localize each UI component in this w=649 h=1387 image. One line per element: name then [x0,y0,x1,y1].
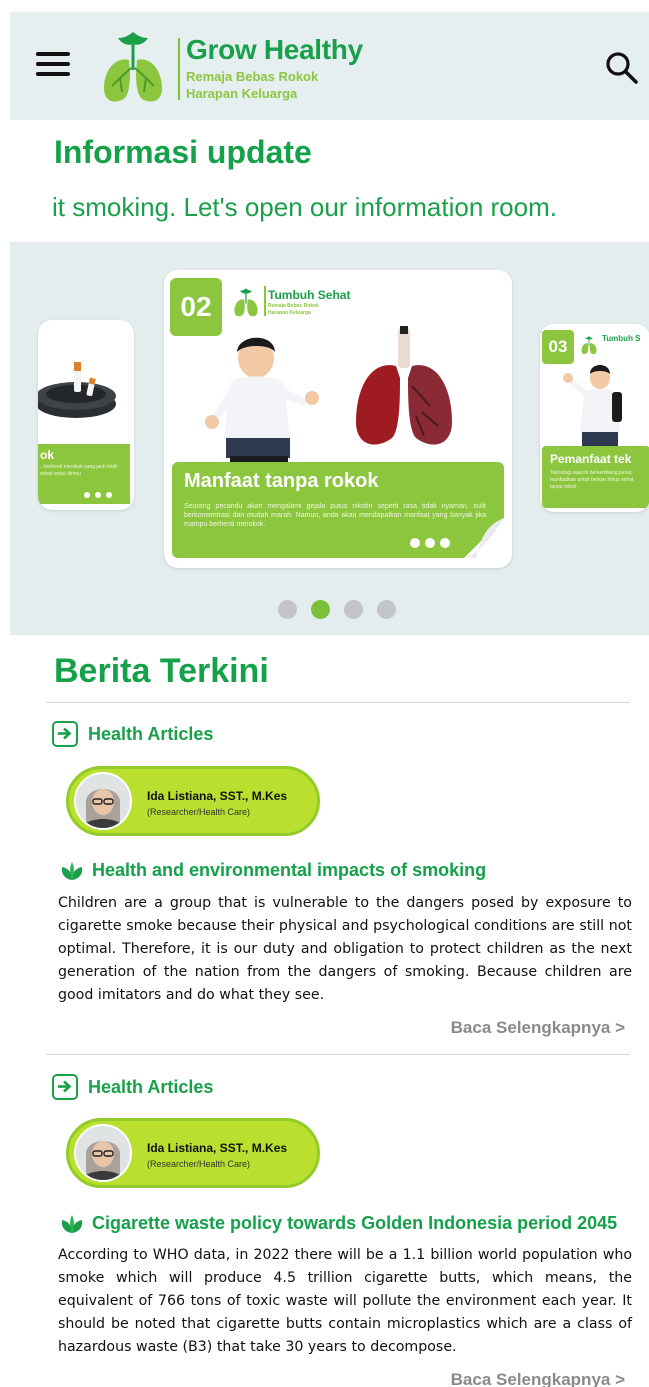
article-title: Cigarette waste policy towards Golden In… [92,1213,618,1233]
slide-banner: Pemanfaat tek Teknologi saat ini berkemb… [542,446,649,508]
info-section-title: Informasi update [54,134,312,170]
slide-brand-sub: Remaja Bebas Rokok [268,303,319,309]
arrow-right-box-icon [52,721,78,747]
arrow-right-box-icon [52,1074,78,1100]
author-name: Ida Listiana, SST., M.Kes [147,1141,288,1155]
carousel-dot[interactable] [377,600,396,619]
plant-leaf-icon [61,861,83,880]
slide-number: 03 [542,330,574,364]
author-name: Ida Listiana, SST., M.Kes [147,789,288,803]
carousel-dot-active[interactable] [311,600,330,619]
slide-brand-sub: Harapan Keluarga [268,310,311,316]
author-badge: Ida Listiana, SST., M.Kes (Researcher/He… [66,766,320,836]
carousel-slide-active[interactable]: 02 Tumbuh Sehat Remaja Bebas Rokok Harap… [164,270,512,568]
author-badge: Ida Listiana, SST., M.Kes (Researcher/He… [66,1118,320,1188]
app-header: Grow Healthy Remaja Bebas Rokok Harapan … [10,12,649,120]
read-more-link[interactable]: Baca Selengkapnya > [451,1018,625,1038]
logo-divider [264,286,266,316]
article-title: Health and environmental impacts of smok… [92,860,487,880]
slide-dots [84,492,112,498]
brand-subtitle: Remaja Bebas Rokok [186,69,319,84]
slide-banner-title: Pemanfaat tek [550,452,632,466]
author-role: (Researcher/Health Care) [147,807,251,817]
carousel-slide[interactable]: ok ...berhenti merokok yang jauh lebih s… [38,320,134,510]
lungs-logo-icon [581,336,597,355]
author-role: (Researcher/Health Care) [147,1159,251,1169]
slide-banner-text: ...berhenti merokok yang jauh lebih seha… [40,464,118,477]
slide-banner: ok ...berhenti merokok yang jauh lebih s… [38,444,130,504]
article-excerpt: According to WHO data, in 2022 there wil… [58,1247,632,1355]
search-icon[interactable] [604,50,640,86]
news-section-title: Berita Terkini [54,652,269,690]
logo-divider [178,38,180,100]
info-marquee-text: it smoking. Let's open our information r… [52,192,557,222]
slide-brand: Tumbuh S [602,334,641,343]
student-image [563,365,622,446]
slide-banner-title: Manfaat tanpa rokok [184,470,379,492]
author-avatar [74,1124,132,1182]
brand-title: Grow Healthy [186,34,363,65]
ashtray-image [38,362,116,418]
slide-banner-text: Teknologi saat ini berkembang pesat, man… [550,470,634,490]
article-title-link[interactable]: Cigarette waste policy towards Golden In… [60,1213,617,1234]
article-category-label: Health Articles [88,1076,214,1097]
slide-banner-title: ok [40,448,55,462]
lungs-logo-icon [234,288,258,317]
article-title-link[interactable]: Health and environmental impacts of smok… [60,860,486,881]
slide-banner-text: Seorang pecandu akan mengalami gejala pu… [184,503,486,528]
article-excerpt: Children are a group that is vulnerable … [58,895,632,1003]
author-avatar [74,772,132,830]
boy-thumbs-up-image [205,337,319,462]
info-carousel[interactable]: ok ...berhenti merokok yang jauh lebih s… [10,242,649,635]
lungs-logo-icon [104,32,162,102]
carousel-slide[interactable]: 03 Tumbuh S Pemanfaat tek Teknologi saat… [540,324,649,512]
read-more-link[interactable]: Baca Selengkapnya > [451,1370,625,1387]
divider [46,702,630,703]
article-category[interactable]: Health Articles [52,1073,213,1101]
slide-brand: Tumbuh Sehat [268,288,351,302]
plant-leaf-icon [61,1214,83,1233]
article-category-label: Health Articles [88,723,214,744]
article-category[interactable]: Health Articles [52,720,213,748]
slide-banner: Manfaat tanpa rokok Seorang pecandu akan… [172,462,504,558]
brand-subtitle: Harapan Keluarga [186,86,298,101]
slide-dots [410,538,450,548]
divider [46,1054,630,1055]
carousel-dot[interactable] [278,600,297,619]
lungs-image [356,326,452,445]
carousel-pagination [278,600,396,619]
hamburger-menu-icon[interactable] [36,52,70,80]
carousel-dot[interactable] [344,600,363,619]
page-curl-decoration [464,518,504,558]
